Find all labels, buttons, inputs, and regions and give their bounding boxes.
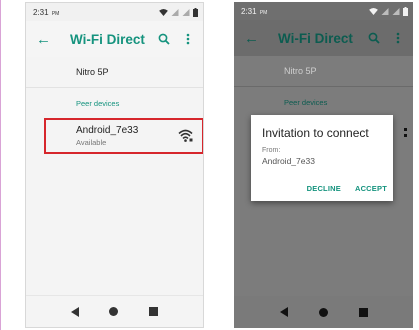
status-time: 2:31 PM <box>241 6 268 16</box>
dialog-title: Invitation to connect <box>262 126 369 140</box>
cell-signal-icon <box>182 8 190 16</box>
dialog-from-device: Android_7e33 <box>262 156 315 166</box>
status-bar: 2:31 PM <box>234 2 413 20</box>
nav-home-icon[interactable] <box>109 307 119 316</box>
search-icon[interactable] <box>155 30 173 48</box>
back-arrow-icon: ← <box>244 29 259 47</box>
nav-home-icon[interactable] <box>318 307 328 317</box>
cell-signal-icon <box>392 7 400 15</box>
accept-button[interactable]: ACCEPT <box>355 184 387 193</box>
status-icons <box>369 6 408 16</box>
nav-back-icon[interactable] <box>71 306 80 317</box>
cell-signal-icon <box>171 8 179 16</box>
status-icons <box>159 7 198 17</box>
more-vert-icon <box>389 29 407 47</box>
nav-recents-icon[interactable] <box>148 307 158 316</box>
status-bar: 2:31 PM <box>26 3 203 21</box>
page-edge-line <box>0 0 1 330</box>
wifi-signal-icon <box>178 129 193 142</box>
invitation-dialog: Invitation to connect From: Android_7e33… <box>251 115 393 201</box>
app-bar: ← Wi-Fi Direct <box>234 20 413 56</box>
section-header-peer-devices: Peer devices <box>284 97 328 107</box>
peer-device-item[interactable]: Android_7e33 Available <box>26 118 203 154</box>
cell-signal-icon <box>381 7 389 15</box>
more-vert-icon[interactable] <box>179 30 197 48</box>
wifi-signal-icon <box>369 7 378 15</box>
dialog-actions: DECLINE ACCEPT <box>307 184 387 193</box>
section-header-peer-devices: Peer devices <box>76 98 120 108</box>
nav-recents-icon[interactable] <box>358 307 368 317</box>
navigation-bar <box>234 296 413 328</box>
phone-screen-right: 2:31 PM ← Wi-Fi Direct Nitro 5P Peer dev… <box>234 2 413 328</box>
battery-icon <box>403 6 408 16</box>
decline-button[interactable]: DECLINE <box>307 184 341 193</box>
app-bar: ← Wi-Fi Direct <box>26 21 203 57</box>
this-device-name: Nitro 5P <box>284 66 317 76</box>
nav-back-icon[interactable] <box>279 307 288 317</box>
wifi-signal-icon <box>404 128 407 137</box>
back-arrow-icon[interactable]: ← <box>36 32 52 47</box>
phone-screen-left: 2:31 PM ← Wi-Fi Direct Nitro 5P Peer dev… <box>25 2 204 328</box>
this-device-name[interactable]: Nitro 5P <box>26 57 203 87</box>
page-title: Wi-Fi Direct <box>278 30 353 46</box>
status-time: 2:31 PM <box>33 7 60 17</box>
wifi-signal-icon <box>159 8 168 16</box>
search-icon <box>365 29 383 47</box>
battery-icon <box>193 7 198 17</box>
dialog-from-label: From: <box>262 147 281 154</box>
page-title: Wi-Fi Direct <box>70 31 145 47</box>
navigation-bar <box>26 295 203 327</box>
